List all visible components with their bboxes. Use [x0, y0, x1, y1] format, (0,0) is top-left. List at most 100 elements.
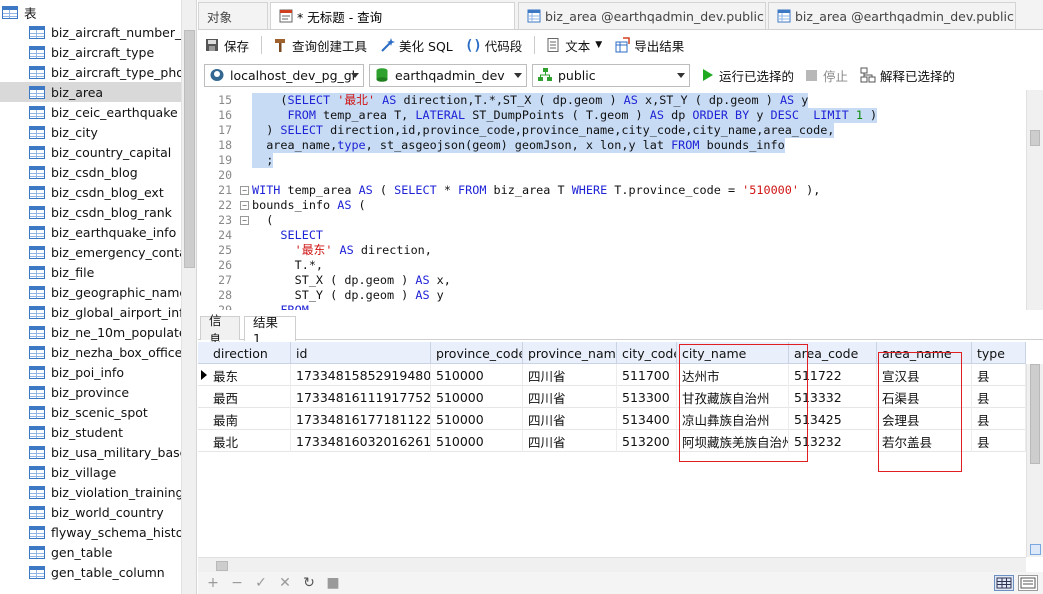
tree-item-table[interactable]: biz_csdn_blog_ext — [0, 182, 181, 202]
discard-icon[interactable]: ✕ — [278, 576, 292, 590]
table-cell[interactable]: 会理县 — [877, 408, 972, 430]
table-cell[interactable]: 1733481603201626114 — [291, 430, 431, 452]
table-cell[interactable]: 阿坝藏族羌族自治州 — [677, 430, 789, 452]
run-selected-button[interactable]: 运行已选择的 — [703, 66, 794, 85]
table-row[interactable]: 最南1733481617718112259510000四川省513400凉山彝族… — [198, 408, 1026, 430]
table-cell[interactable]: 511700 — [617, 364, 677, 386]
table-cell[interactable]: 四川省 — [523, 408, 617, 430]
table-cell[interactable]: 510000 — [431, 408, 523, 430]
editor-scroll-thumb[interactable] — [1030, 130, 1040, 146]
code-line[interactable]: '最东' AS direction, — [252, 243, 432, 258]
code-line[interactable]: T.*, — [252, 258, 323, 273]
add-icon[interactable]: + — [206, 576, 220, 590]
code-line[interactable]: ; — [252, 153, 274, 168]
tree-item-table[interactable]: biz_nezha_box_office — [0, 342, 181, 362]
horizontal-scroll-thumb[interactable] — [216, 561, 228, 571]
tree-item-table[interactable]: biz_aircraft_type_photo — [0, 62, 181, 82]
database-select[interactable]: earthqadmin_dev — [369, 63, 527, 87]
tree-item-table[interactable]: biz_aircraft_number_of — [0, 22, 181, 42]
table-cell[interactable]: 县 — [972, 364, 1026, 386]
tree-item-table[interactable]: biz_area — [0, 82, 181, 102]
column-header[interactable]: direction — [208, 342, 291, 364]
tree-item-table[interactable]: biz_csdn_blog — [0, 162, 181, 182]
table-cell[interactable]: 513200 — [617, 430, 677, 452]
table-cell[interactable]: 513425 — [789, 408, 877, 430]
table-cell[interactable]: 四川省 — [523, 430, 617, 452]
table-row[interactable]: 最西1733481611191775233510000四川省513300甘孜藏族… — [198, 386, 1026, 408]
column-header[interactable]: type — [972, 342, 1026, 364]
table-cell[interactable]: 1733481585291948037 — [291, 364, 431, 386]
tree-scroll-thumb[interactable] — [184, 30, 195, 268]
tab-objects[interactable]: 对象 — [198, 2, 268, 29]
text-menu-button[interactable]: 文本 ▼ — [545, 36, 602, 55]
table-cell[interactable]: 510000 — [431, 430, 523, 452]
code-line[interactable]: ) SELECT direction,id,province_code,prov… — [252, 123, 835, 138]
tab-info[interactable]: 信息 — [200, 313, 240, 347]
table-cell[interactable]: 最北 — [208, 430, 291, 452]
table-cell[interactable]: 县 — [972, 386, 1026, 408]
table-cell[interactable]: 510000 — [431, 364, 523, 386]
code-line[interactable]: (SELECT '最北' AS direction,T.*,ST_X ( dp.… — [252, 93, 809, 108]
tree-item-table[interactable]: biz_violation_training — [0, 482, 181, 502]
tree-item-table[interactable]: gen_table_column — [0, 562, 181, 582]
tree-item-table[interactable]: biz_global_airport_info — [0, 302, 181, 322]
explain-selected-button[interactable]: 解释已选择的 — [860, 66, 955, 85]
table-cell[interactable]: 最西 — [208, 386, 291, 408]
code-line[interactable]: FROM temp_area T, LATERAL ST_DumpPoints … — [252, 108, 878, 123]
editor-scrollbar[interactable] — [1026, 90, 1043, 310]
column-header[interactable]: id — [291, 342, 431, 364]
table-cell[interactable]: 510000 — [431, 386, 523, 408]
table-row[interactable]: 最东1733481585291948037510000四川省511700达州市5… — [198, 364, 1026, 386]
table-cell[interactable]: 513300 — [617, 386, 677, 408]
tree-item-table[interactable]: biz_city — [0, 122, 181, 142]
table-cell[interactable]: 石渠县 — [877, 386, 972, 408]
tree-root-tables[interactable]: 表 — [0, 2, 181, 22]
tab-query[interactable]: * 无标题 - 查询 — [270, 2, 515, 29]
column-header[interactable]: province_name — [523, 342, 617, 364]
table-cell[interactable]: 513232 — [789, 430, 877, 452]
table-cell[interactable]: 1733481611191775233 — [291, 386, 431, 408]
table-cell[interactable]: 四川省 — [523, 364, 617, 386]
tree-item-table[interactable]: biz_world_country — [0, 502, 181, 522]
column-header[interactable]: area_name — [877, 342, 972, 364]
column-header[interactable]: area_code — [789, 342, 877, 364]
code-line[interactable]: SELECT — [252, 228, 323, 243]
tree-item-table[interactable]: biz_aircraft_type — [0, 42, 181, 62]
tree-item-table[interactable]: biz_ceic_earthquake — [0, 102, 181, 122]
code-line[interactable]: WITH temp_area AS ( SELECT * FROM biz_ar… — [252, 183, 820, 198]
tree-item-table[interactable]: biz_csdn_blog_rank — [0, 202, 181, 222]
table-cell[interactable]: 1733481617718112259 — [291, 408, 431, 430]
code-line[interactable]: bounds_info AS ( — [252, 198, 366, 213]
tree-item-table[interactable]: biz_geographic_name — [0, 282, 181, 302]
tab-table-biz-area[interactable]: biz_area @earthqadmin_dev.public (l... — [518, 2, 766, 29]
table-cell[interactable]: 县 — [972, 430, 1026, 452]
code-line[interactable]: ST_Y ( dp.geom ) AS y — [252, 288, 444, 303]
table-cell[interactable]: 甘孜藏族自治州 — [677, 386, 789, 408]
schema-select[interactable]: public — [532, 63, 690, 87]
tree-item-table[interactable]: gen_table — [0, 542, 181, 562]
tree-item-table[interactable]: biz_province — [0, 382, 181, 402]
tree-item-table[interactable]: biz_file — [0, 262, 181, 282]
grid-scrollbar[interactable] — [1026, 364, 1043, 557]
table-cell[interactable]: 若尔盖县 — [877, 430, 972, 452]
fold-toggle-icon[interactable]: − — [240, 201, 249, 210]
tree-item-table[interactable]: biz_ne_10m_populatec — [0, 322, 181, 342]
column-header[interactable]: province_code — [431, 342, 523, 364]
table-cell[interactable]: 宣汉县 — [877, 364, 972, 386]
sql-editor[interactable]: 15 16 17 18 19 20 21−22−23−24 25 26 27 28 29 (SELEC… — [198, 90, 1043, 310]
tree-item-table[interactable]: biz_student — [0, 422, 181, 442]
table-cell[interactable]: 513332 — [789, 386, 877, 408]
table-cell[interactable]: 达州市 — [677, 364, 789, 386]
tree-item-table[interactable]: biz_poi_info — [0, 362, 181, 382]
remove-icon[interactable]: − — [230, 576, 244, 590]
code-line[interactable]: ( — [252, 213, 273, 228]
tree-item-table[interactable]: biz_village — [0, 462, 181, 482]
tree-item-table[interactable]: biz_usa_military_base — [0, 442, 181, 462]
fold-toggle-icon[interactable]: − — [240, 186, 249, 195]
column-header[interactable]: city_name — [677, 342, 789, 364]
code-line[interactable]: area_name,type, st_asgeojson(geom) geomJ… — [252, 138, 785, 153]
table-cell[interactable]: 513400 — [617, 408, 677, 430]
code-line[interactable]: ST_X ( dp.geom ) AS x, — [252, 273, 451, 288]
tree-item-table[interactable]: flyway_schema_history — [0, 522, 181, 542]
grid-view-icon[interactable] — [994, 575, 1014, 591]
